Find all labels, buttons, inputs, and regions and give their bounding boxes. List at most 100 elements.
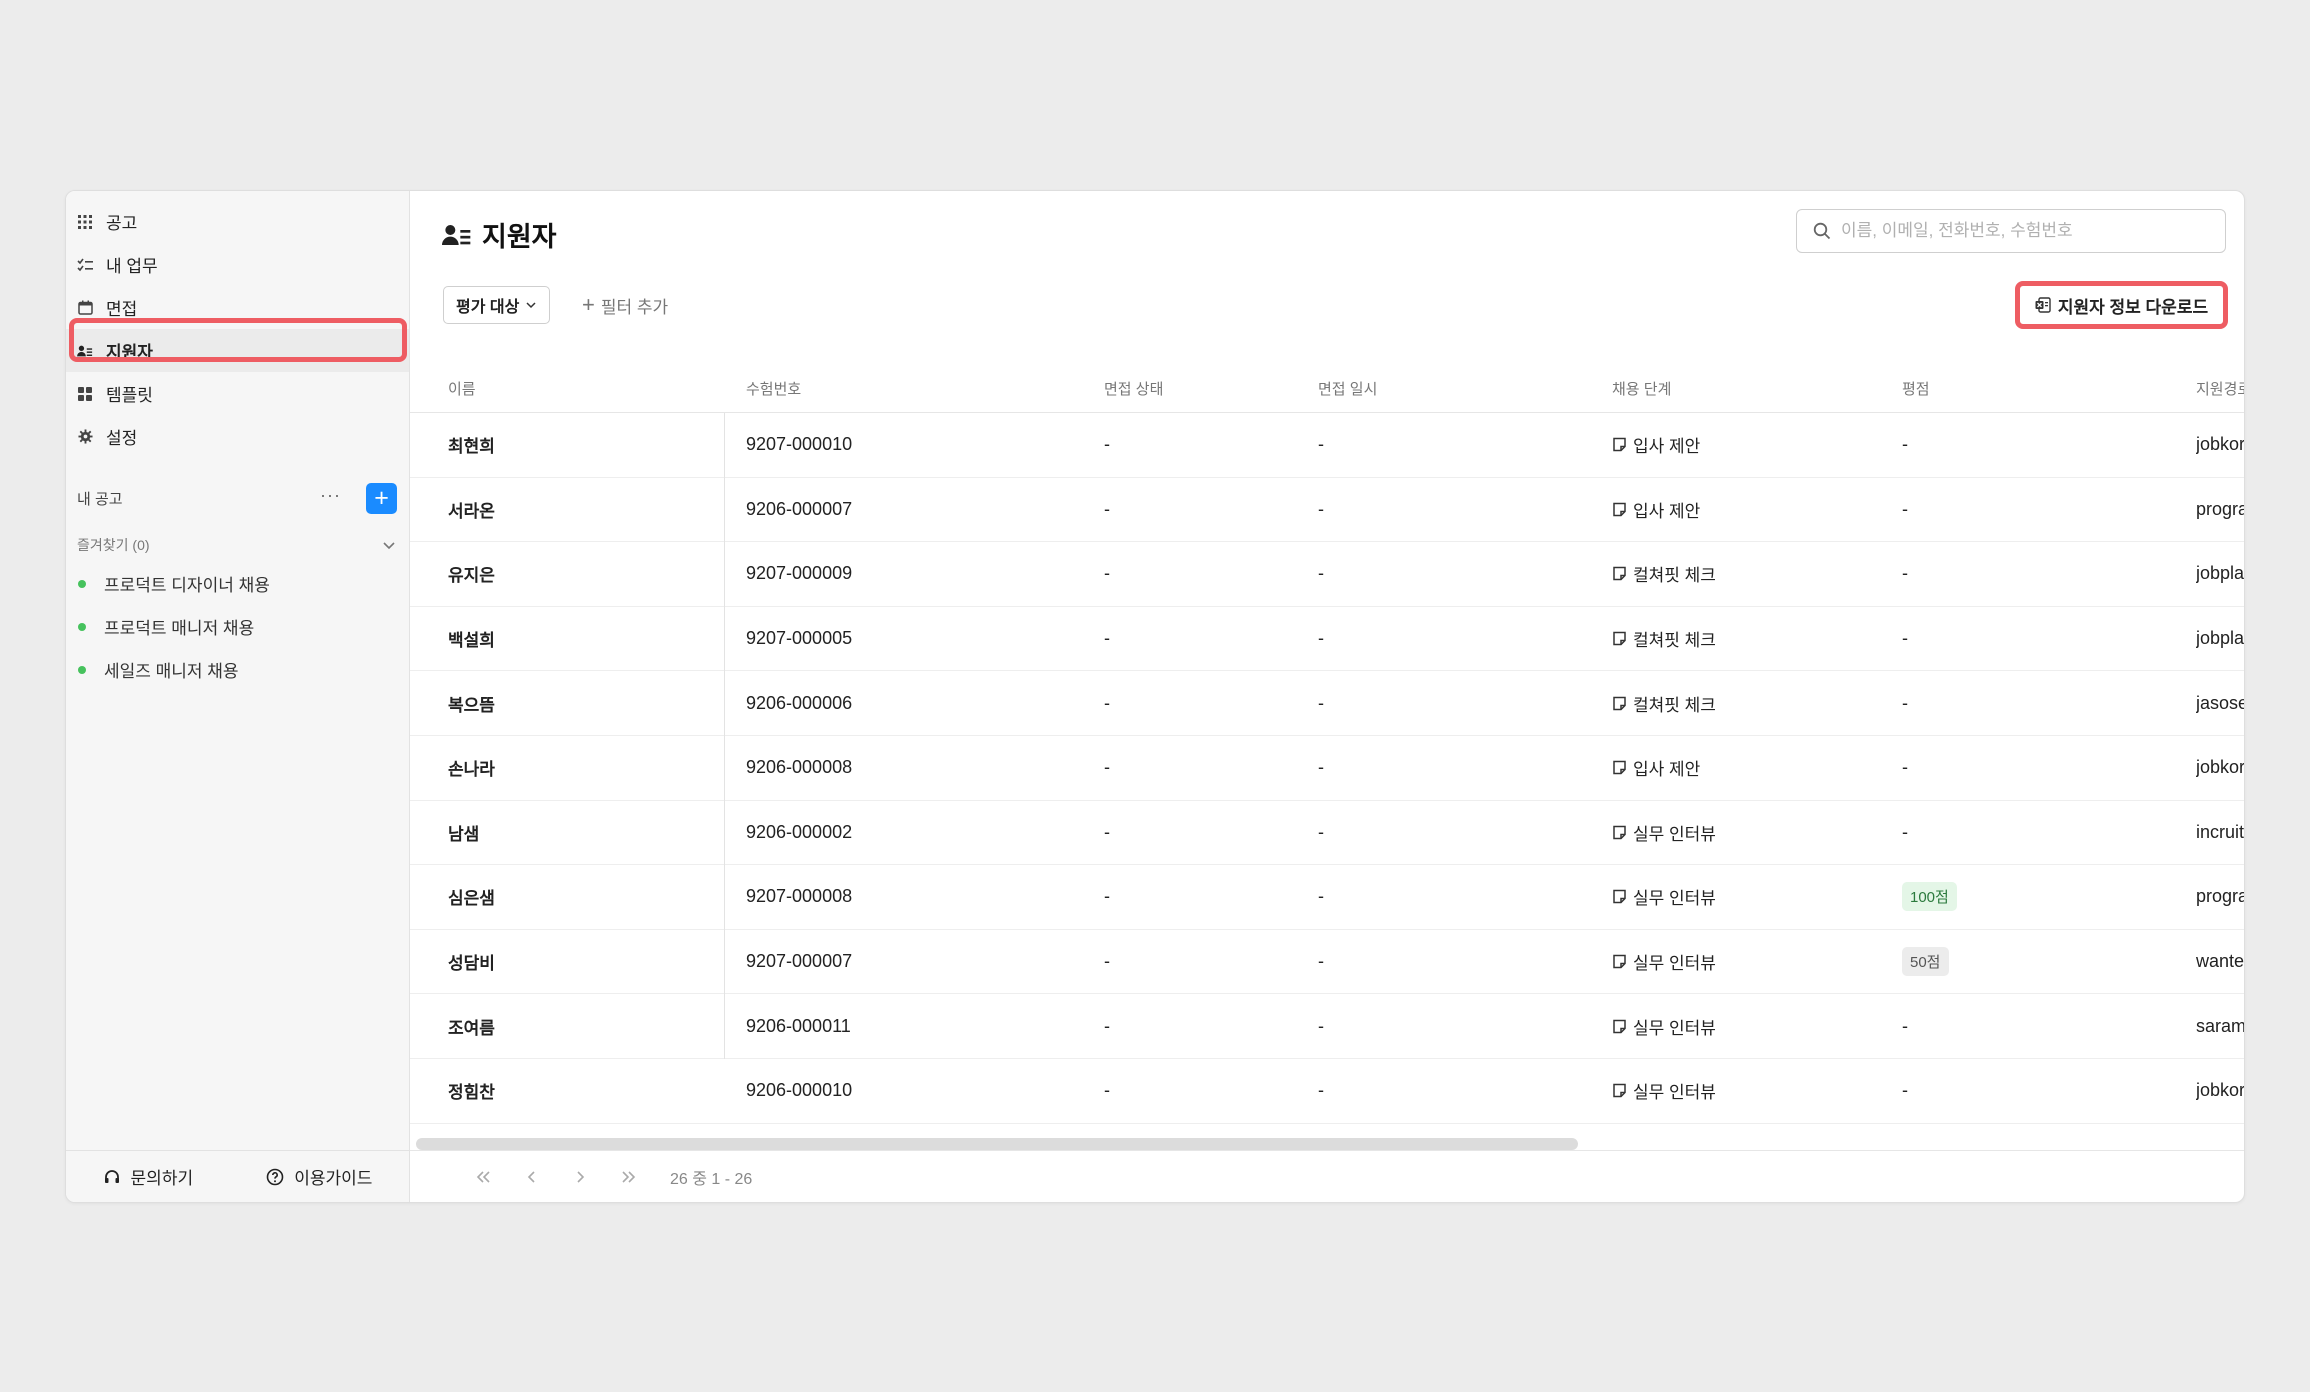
interview-status: - bbox=[1104, 951, 1110, 972]
table-body: 최현희 9207-000010 - - 입사 제안 - jobkorea.co.kr 서라온 9… bbox=[410, 413, 2244, 1124]
exam-number: 9207-000009 bbox=[746, 563, 853, 584]
table-row[interactable]: 조여름 9206-000011 - - 실무 인터뷰 - saramin.co.kr bbox=[410, 994, 2244, 1059]
stage-label: 입사 제안 bbox=[1633, 437, 1701, 457]
sidebar-item-label: 템플릿 bbox=[106, 386, 153, 405]
table-row[interactable]: 남샘 9206-000002 - - 실무 인터뷰 - incruit.com bbox=[410, 801, 2244, 866]
gear-icon bbox=[77, 429, 93, 445]
main-panel: 지원자 평가 대상 + 필터 추가 지원자 정보 다운로드 이름 수험번호 면접… bbox=[410, 191, 2244, 1202]
interview-datetime: - bbox=[1318, 1080, 1324, 1101]
hiring-stage[interactable]: 입사 제안 bbox=[1612, 432, 1872, 457]
sidebar-item-jobs[interactable]: 공고 bbox=[66, 200, 409, 243]
hiring-stage[interactable]: 실무 인터뷰 bbox=[1612, 1014, 1872, 1039]
score-value: - bbox=[1902, 563, 1908, 584]
sidebar-item-label: 공고 bbox=[106, 214, 138, 233]
applicant-name[interactable]: 복으뜸 bbox=[448, 691, 688, 716]
chevron-down-icon[interactable] bbox=[381, 537, 397, 553]
applicant-name[interactable]: 조여름 bbox=[448, 1014, 688, 1039]
score-cell: 100점 bbox=[1902, 882, 2102, 912]
column-header[interactable]: 면접 일시 bbox=[1318, 378, 1558, 399]
source-channel: wanted.co.kr bbox=[2196, 951, 2245, 972]
interview-datetime: - bbox=[1318, 692, 1324, 713]
table-row[interactable]: 최현희 9207-000010 - - 입사 제안 - jobkorea.co.kr bbox=[410, 413, 2244, 478]
chevron-right-icon bbox=[577, 1170, 585, 1183]
applicant-name[interactable]: 손나라 bbox=[448, 755, 688, 780]
guide-link[interactable]: 이용가이드 bbox=[266, 1164, 372, 1189]
interview-datetime: - bbox=[1318, 821, 1324, 842]
app-window: 공고 내 업무 면접 지원자 템플릿 설정 내 공고 ··· + 즐겨찾기 (0… bbox=[65, 190, 2245, 1203]
table-row[interactable]: 성담비 9207-000007 - - 실무 인터뷰 50점 wanted.co.kr bbox=[410, 930, 2244, 995]
score-cell: - bbox=[1902, 693, 2102, 714]
score-cell: - bbox=[1902, 822, 2102, 843]
search-input[interactable] bbox=[1841, 221, 2211, 241]
chevron-down-icon bbox=[526, 302, 536, 309]
column-header[interactable]: 평점 bbox=[1902, 378, 2102, 399]
table-row[interactable]: 서라온 9206-000007 - - 입사 제안 - programmers bbox=[410, 478, 2244, 543]
table-row[interactable]: 백설희 9207-000005 - - 컬쳐핏 체크 - jobplanet.co.kr bbox=[410, 607, 2244, 672]
more-options-icon[interactable]: ··· bbox=[320, 485, 341, 506]
hiring-stage[interactable]: 입사 제안 bbox=[1612, 497, 1872, 522]
prev-page-button[interactable] bbox=[508, 1157, 556, 1197]
table-row[interactable]: 손나라 9206-000008 - - 입사 제안 - jobkorea.co.kr bbox=[410, 736, 2244, 801]
pagination-summary: 26 중 1 - 26 bbox=[670, 1170, 753, 1188]
sidebar-item-applicants[interactable]: 지원자 bbox=[66, 329, 409, 372]
sidebar-item-interview[interactable]: 면접 bbox=[66, 286, 409, 329]
hiring-stage[interactable]: 컬쳐핏 체크 bbox=[1612, 561, 1872, 586]
column-header[interactable]: 이름 bbox=[448, 378, 688, 399]
job-item[interactable]: 세일즈 매니저 채용 bbox=[78, 648, 398, 691]
job-item[interactable]: 프로덕트 매니저 채용 bbox=[78, 605, 398, 648]
hiring-stage[interactable]: 실무 인터뷰 bbox=[1612, 1078, 1872, 1103]
favorites-header[interactable]: 즐겨찾기 (0) bbox=[77, 527, 397, 563]
score-cell: - bbox=[1902, 1080, 2102, 1101]
hiring-stage[interactable]: 실무 인터뷰 bbox=[1612, 949, 1872, 974]
column-header[interactable]: 면접 상태 bbox=[1104, 378, 1304, 399]
add-job-button[interactable]: + bbox=[366, 483, 397, 514]
applicant-name[interactable]: 최현희 bbox=[448, 432, 688, 457]
hiring-stage[interactable]: 실무 인터뷰 bbox=[1612, 884, 1872, 909]
exam-number: 9207-000007 bbox=[746, 951, 853, 972]
pagination: 26 중 1 - 26 bbox=[410, 1150, 2244, 1202]
table-row[interactable]: 심은샘 9207-000008 - - 실무 인터뷰 100점 programmers bbox=[410, 865, 2244, 930]
score-value: - bbox=[1902, 757, 1908, 778]
table-row[interactable]: 유지은 9207-000009 - - 컬쳐핏 체크 - jobplanet.co.kr bbox=[410, 542, 2244, 607]
add-filter-button[interactable]: + 필터 추가 bbox=[582, 286, 668, 324]
last-page-button[interactable] bbox=[604, 1157, 652, 1197]
applicants-icon bbox=[442, 224, 471, 245]
applicant-name[interactable]: 백설희 bbox=[448, 626, 688, 651]
hiring-stage[interactable]: 입사 제안 bbox=[1612, 755, 1872, 780]
column-header[interactable]: 수험번호 bbox=[746, 378, 996, 399]
hiring-stage[interactable]: 실무 인터뷰 bbox=[1612, 820, 1872, 845]
filter-label: 평가 대상 bbox=[456, 299, 520, 316]
column-header[interactable]: 채용 단계 bbox=[1612, 378, 1872, 399]
contact-link[interactable]: 문의하기 bbox=[103, 1164, 193, 1189]
interview-status: - bbox=[1104, 886, 1110, 907]
filter-dropdown[interactable]: 평가 대상 bbox=[443, 286, 551, 324]
applicant-name[interactable]: 정힘찬 bbox=[448, 1078, 688, 1103]
exam-number: 9206-000010 bbox=[746, 1080, 853, 1101]
applicant-name[interactable]: 심은샘 bbox=[448, 884, 688, 909]
next-page-button[interactable] bbox=[556, 1157, 604, 1197]
sidebar-item-my-tasks[interactable]: 내 업무 bbox=[66, 243, 409, 286]
score-cell: - bbox=[1902, 499, 2102, 520]
stage-label: 실무 인터뷰 bbox=[1633, 1083, 1716, 1103]
first-page-button[interactable] bbox=[460, 1157, 508, 1197]
status-dot bbox=[78, 579, 86, 588]
applicant-name[interactable]: 유지은 bbox=[448, 561, 688, 586]
grid-icon bbox=[77, 214, 93, 230]
download-applicants-button[interactable]: 지원자 정보 다운로드 bbox=[2015, 281, 2228, 329]
sidebar-item-templates[interactable]: 템플릿 bbox=[66, 372, 409, 415]
table-row[interactable]: 정힘찬 9206-000010 - - 실무 인터뷰 - jobkorea.co.kr bbox=[410, 1059, 2244, 1124]
applicant-name[interactable]: 성담비 bbox=[448, 949, 688, 974]
search-box[interactable] bbox=[1796, 209, 2226, 253]
source-channel: incruit.com bbox=[2196, 821, 2245, 842]
hiring-stage[interactable]: 컬쳐핏 체크 bbox=[1612, 691, 1872, 716]
sidebar-item-settings[interactable]: 설정 bbox=[66, 415, 409, 458]
source-channel: jobplanet.co.kr bbox=[2196, 563, 2245, 584]
applicant-name[interactable]: 남샘 bbox=[448, 820, 688, 845]
column-header[interactable]: 지원경로 bbox=[2196, 378, 2244, 399]
hiring-stage[interactable]: 컬쳐핏 체크 bbox=[1612, 626, 1872, 651]
horizontal-scrollbar[interactable] bbox=[416, 1138, 1578, 1150]
table-row[interactable]: 복으뜸 9206-000006 - - 컬쳐핏 체크 - jasoseol.com bbox=[410, 671, 2244, 736]
job-item[interactable]: 프로덕트 디자이너 채용 bbox=[78, 562, 398, 605]
applicant-name[interactable]: 서라온 bbox=[448, 497, 688, 522]
note-icon bbox=[1613, 890, 1626, 904]
